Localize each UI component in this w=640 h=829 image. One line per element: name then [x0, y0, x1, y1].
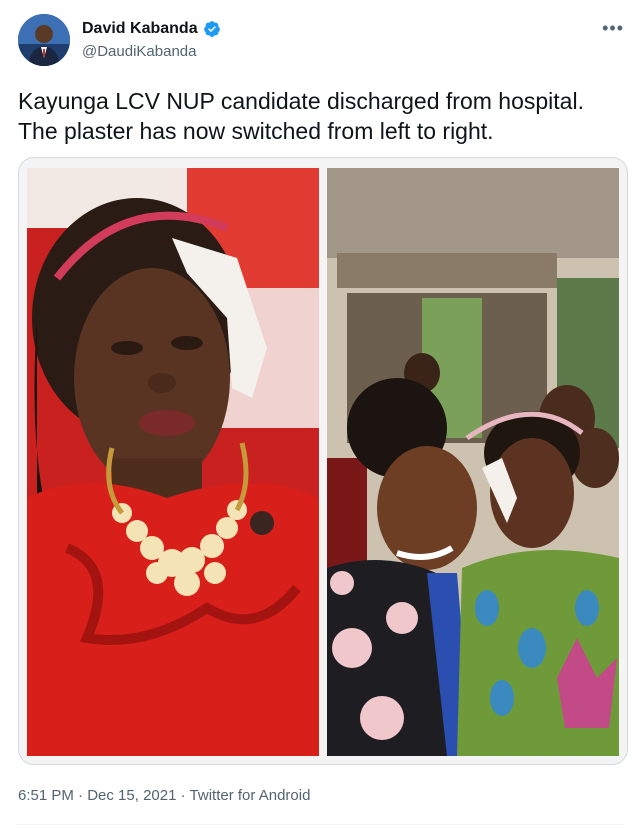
- author-name-text: David Kabanda: [82, 20, 198, 37]
- verified-badge-icon: [203, 21, 220, 37]
- tweet-text-line-1: Kayunga LCV NUP candidate discharged fro…: [18, 88, 584, 114]
- divider: [16, 824, 624, 825]
- author-name[interactable]: David Kabanda: [82, 20, 221, 38]
- tweet-text: Kayunga LCV NUP candidate discharged fro…: [18, 86, 628, 146]
- meta-separator: ·: [180, 787, 190, 804]
- photo-right-image: [327, 168, 619, 756]
- more-options-button[interactable]: •••: [602, 18, 624, 39]
- tweet-media[interactable]: [18, 157, 628, 765]
- more-horizontal-icon: •••: [602, 18, 624, 38]
- photo-right[interactable]: [327, 168, 619, 756]
- meta-separator: ·: [73, 787, 88, 804]
- tweet-date: Dec 15, 2021: [87, 787, 177, 804]
- photo-left-image: [27, 168, 319, 756]
- tweet-meta: 6:51 PM · Dec 15, 2021 · Twitter for And…: [18, 787, 310, 804]
- author-handle[interactable]: @DaudiKabanda: [82, 43, 196, 60]
- avatar-image: [18, 14, 70, 66]
- avatar[interactable]: [18, 14, 70, 66]
- tweet-text-line-2: The plaster has now switched from left t…: [18, 118, 494, 144]
- tweet-time: 6:51 PM: [18, 787, 74, 804]
- tweet: David Kabanda @DaudiKabanda ••• Kayunga …: [0, 0, 640, 829]
- tweet-time-link[interactable]: 6:51 PM · Dec 15, 2021: [18, 787, 181, 804]
- photo-left[interactable]: [27, 168, 319, 756]
- tweet-source-link[interactable]: Twitter for Android: [190, 787, 311, 804]
